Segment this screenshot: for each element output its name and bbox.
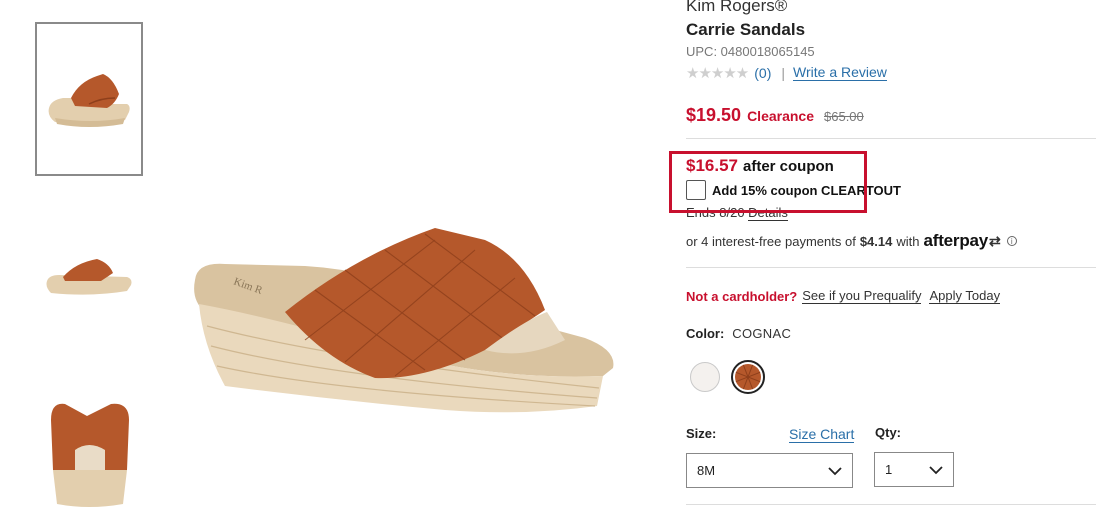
write-review-link[interactable]: Write a Review	[793, 65, 887, 81]
cardholder-row: Not a cardholder? See if you Prequalify …	[686, 289, 1001, 304]
product-title: Carrie Sandals	[686, 20, 806, 39]
original-price: $65.00	[824, 109, 864, 124]
price-row: $19.50 Clearance $65.00	[686, 105, 864, 126]
prequalify-link[interactable]: See if you Prequalify	[802, 289, 922, 304]
color-value: COGNAC	[732, 326, 792, 341]
divider	[686, 138, 1096, 139]
brand-name[interactable]: Kim Rogers®	[686, 0, 787, 16]
sandal-thumbnail-back	[51, 403, 129, 507]
coupon-highlight-box	[669, 151, 867, 213]
qty-select-value: 1	[885, 462, 893, 477]
weave-pattern-icon	[735, 364, 761, 390]
afterpay-row: or 4 interest-free payments of $4.14 wit…	[686, 231, 1017, 251]
afterpay-logo: afterpay	[923, 231, 989, 250]
chevron-down-icon	[929, 465, 943, 474]
color-row: Color: COGNAC	[686, 326, 791, 341]
chevron-down-icon	[828, 466, 842, 475]
rating-separator: |	[781, 65, 786, 81]
divider	[686, 267, 1096, 268]
afterpay-with: with	[896, 233, 920, 249]
size-chart-link[interactable]: Size Chart	[789, 426, 855, 443]
color-label: Color:	[686, 326, 725, 341]
size-select[interactable]: 8M	[686, 453, 853, 488]
size-label: Size:	[686, 426, 717, 441]
apply-today-link[interactable]: Apply Today	[929, 289, 1001, 304]
info-icon[interactable]: i	[1006, 236, 1017, 246]
not-cardholder-label: Not a cardholder?	[686, 289, 798, 304]
thumbnail-3[interactable]	[35, 378, 143, 522]
upc-code: UPC: 0480018065145	[686, 44, 815, 59]
afterpay-prefix: or 4 interest-free payments of	[686, 233, 856, 249]
rating-stars-icon: ★★★★★	[686, 65, 749, 82]
thumbnail-1[interactable]	[35, 22, 143, 176]
cognac-swatch-fill	[735, 364, 761, 390]
qty-label: Qty:	[875, 425, 901, 440]
divider	[686, 504, 1096, 505]
afterpay-arrows-icon: ⇄	[989, 232, 1001, 249]
clearance-label: Clearance	[747, 108, 814, 124]
qty-select[interactable]: 1	[874, 452, 954, 487]
sandal-thumbnail-image-alt	[46, 259, 132, 295]
review-count[interactable]: (0)	[754, 65, 771, 81]
installment-amount: $4.14	[859, 233, 893, 249]
thumbnail-2[interactable]	[35, 200, 143, 354]
size-select-value: 8M	[697, 463, 716, 478]
main-product-image[interactable]: Kim R	[185, 200, 645, 440]
color-swatch-cognac[interactable]	[731, 360, 765, 394]
sandal-thumbnail-image	[48, 74, 130, 127]
color-swatch-white[interactable]	[690, 362, 720, 392]
rating-row: ★★★★★ (0) | Write a Review	[686, 64, 887, 82]
sale-price: $19.50	[686, 105, 742, 125]
